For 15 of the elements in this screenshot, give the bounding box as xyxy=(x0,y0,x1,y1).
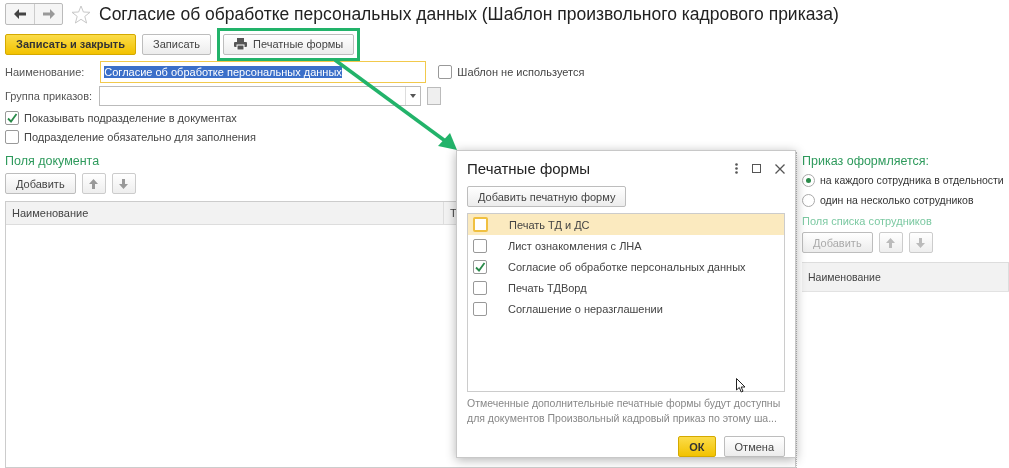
radio-label: один на несколько сотрудников xyxy=(820,194,974,206)
radio-label: на каждого сотрудника в отдельности xyxy=(820,174,1004,186)
section-title: Поля списка сотрудников xyxy=(802,214,932,229)
dialog-title: Печатные формы xyxy=(467,160,592,178)
field-label: Группа приказов: xyxy=(5,90,93,102)
section-title: Поля документа xyxy=(5,153,100,170)
checkbox-label: Подразделение обязательно для заполнения xyxy=(24,130,256,143)
window-title: Согласие об обработке персональных данных (Шаблон произвольного кадрового приказа) xyxy=(99,3,839,25)
field-label: Наименование: xyxy=(5,66,85,78)
checkbox-label: Шаблон не используется xyxy=(457,66,585,78)
column-header: Наименование xyxy=(802,263,1009,291)
column-header: Наименование xyxy=(6,202,444,224)
hint-text: Отмеченные дополнительные печатные формы будут доступны для документов Произвольный кадровый приказ по этому ша... xyxy=(467,396,782,426)
section-title: Приказ оформляется: xyxy=(802,153,930,170)
checkbox-label: Показывать подразделение в документах xyxy=(24,111,237,124)
